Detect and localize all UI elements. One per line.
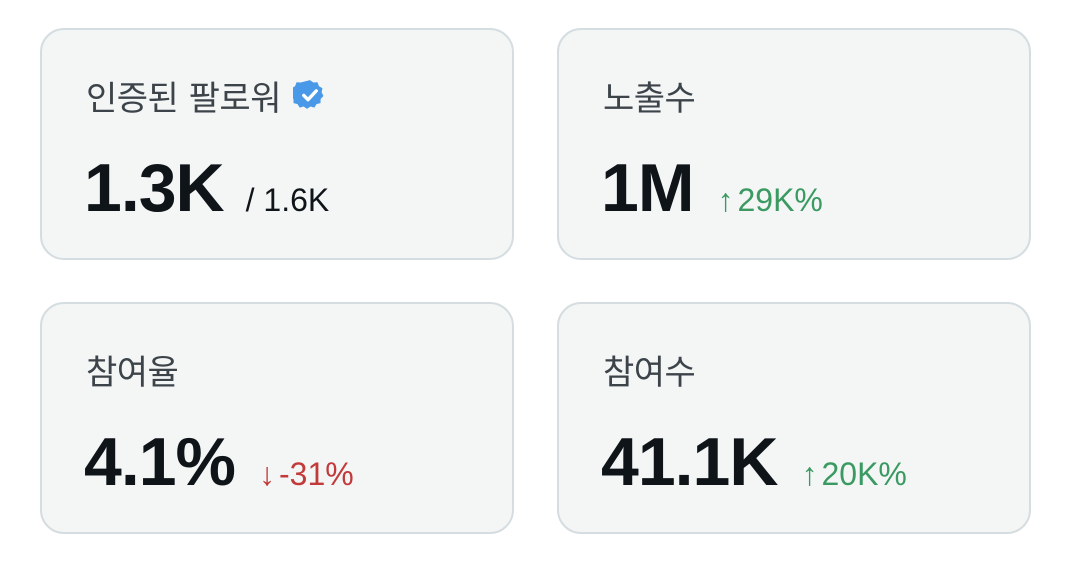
arrow-up-icon: ↑ <box>717 182 734 218</box>
metric-card-impressions[interactable]: 노출수 1M ↑ 29K% <box>557 28 1031 260</box>
metric-card-verified-followers[interactable]: 인증된 팔로워 1.3K / 1.6K <box>40 28 514 260</box>
metric-label-row: 참여율 <box>86 344 179 394</box>
metric-value: 41.1K <box>601 424 778 500</box>
analytics-metrics-grid: 인증된 팔로워 1.3K / 1.6K 노출수 1M ↑ 29K% 참여율 4.… <box>0 0 1076 568</box>
metric-card-engagements[interactable]: 참여수 41.1K ↑ 20K% <box>557 302 1031 534</box>
metric-delta: ↑ 20K% <box>801 456 906 493</box>
metric-value-row: 41.1K ↑ 20K% <box>601 416 907 508</box>
metric-delta: ↓ -31% <box>259 456 354 493</box>
metric-value-row: 1M ↑ 29K% <box>601 142 823 234</box>
arrow-up-icon: ↑ <box>801 456 818 492</box>
metric-label: 인증된 팔로워 <box>86 78 282 119</box>
metric-delta-text: 20K% <box>821 456 907 492</box>
metric-label: 노출수 <box>603 78 696 119</box>
metric-label-row: 노출수 <box>603 70 696 120</box>
metric-secondary-value: / 1.6K <box>245 182 330 218</box>
metric-label-row: 참여수 <box>603 344 696 394</box>
metric-value: 1M <box>601 150 694 226</box>
metric-delta-text: 29K% <box>737 182 823 218</box>
metric-value-row: 1.3K / 1.6K <box>84 142 329 234</box>
metric-value-row: 4.1% ↓ -31% <box>84 416 354 508</box>
arrow-down-icon: ↓ <box>259 456 275 492</box>
metric-label: 참여수 <box>603 352 696 393</box>
metric-card-engagement-rate[interactable]: 참여율 4.1% ↓ -31% <box>40 302 514 534</box>
metric-label-row: 인증된 팔로워 <box>86 70 327 120</box>
metric-delta: ↑ 29K% <box>717 182 822 219</box>
metric-delta-text: -31% <box>279 456 354 492</box>
metric-value: 1.3K <box>84 150 225 226</box>
metric-label: 참여율 <box>86 352 179 393</box>
metric-value: 4.1% <box>84 424 236 500</box>
verified-badge-icon <box>290 78 327 112</box>
